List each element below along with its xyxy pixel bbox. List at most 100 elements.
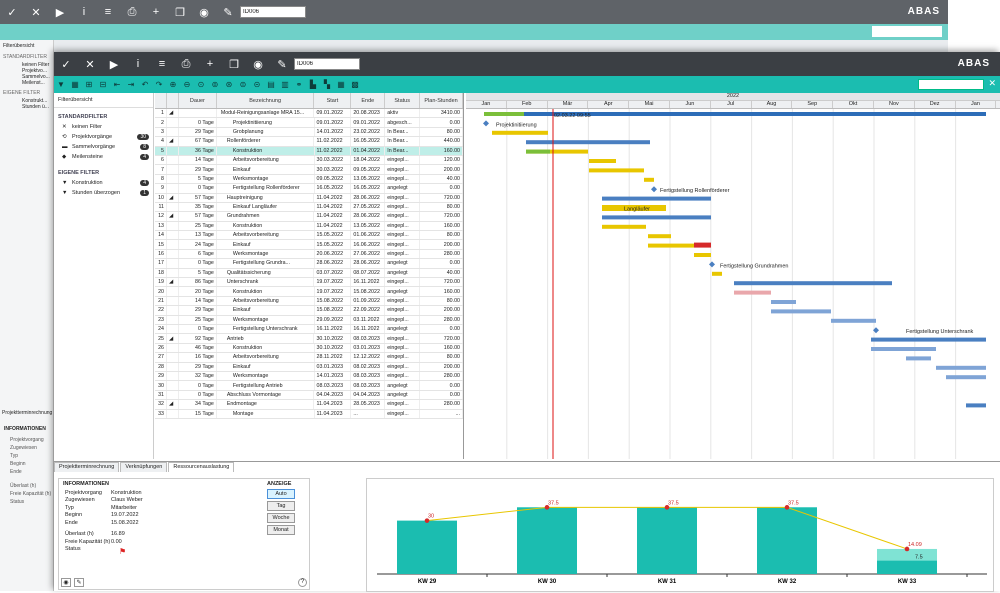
table-row[interactable]: 32 ◢ 34 Tage Endmontage 11.04.2023 28.05.2023… <box>155 400 463 410</box>
col-bezeichnung[interactable]: Bezeichnung <box>217 93 315 108</box>
col-plan-stunden[interactable]: Plan-Stunden <box>420 93 463 108</box>
copy-icon[interactable]: ❐ <box>168 0 192 24</box>
table-row[interactable]: 27 16 Tage Arbeitsvorbereitung 28.11.2022 12… <box>155 353 463 363</box>
undo-icon[interactable]: ↶ <box>138 76 152 93</box>
col-status[interactable]: Status <box>385 93 421 108</box>
table-row[interactable]: 19 ◢ 86 Tage Unterschrank 19.07.2022 16.11.20… <box>155 278 463 288</box>
info-icon[interactable]: i <box>126 52 150 76</box>
edit-icon[interactable]: ✎ <box>270 52 294 76</box>
zoom-in-icon[interactable]: ⊕ <box>166 76 180 93</box>
table-row[interactable]: 16 6 Tage Werksmontage 20.06.2022 27.06.2022… <box>155 249 463 260</box>
id-input[interactable] <box>294 58 360 70</box>
table-row[interactable]: 30 0 Tage Fertigstellung Antrieb 08.03.2023… <box>155 381 463 391</box>
redo-icon[interactable]: ↷ <box>152 76 166 93</box>
play-icon[interactable]: ▶ <box>102 52 126 76</box>
expand-icon[interactable]: ⊞ <box>82 76 96 93</box>
zoom-icon[interactable]: ⊛ <box>222 76 236 93</box>
layout-icon[interactable]: ▤ <box>264 76 278 93</box>
table-row[interactable]: 90 Tage Fertigstellung Rollenförderer 16.0… <box>155 184 463 194</box>
table-row[interactable]: 5 36 Tage Konstruktion 11.02.2022 01.04.2022… <box>155 146 463 156</box>
view-tag-button[interactable]: Tag <box>267 501 295 511</box>
indent-icon[interactable]: ⇥ <box>124 76 138 93</box>
collapse-icon[interactable]: ⊟ <box>96 76 110 93</box>
link-icon[interactable]: ⚭ <box>292 76 306 93</box>
zoom-fit-icon[interactable]: ⊙ <box>194 76 208 93</box>
table-row[interactable]: 33 15 Tage Montage 11.04.2023... eingepl....… <box>155 409 463 419</box>
eye-icon[interactable]: ◉ <box>192 0 216 24</box>
copy-icon[interactable]: ❐ <box>222 52 246 76</box>
view-auto-button[interactable]: Auto <box>267 489 295 499</box>
table-row[interactable]: 3 29 Tage Grobplanung 14.01.2022 23.02.2022 I… <box>155 127 463 138</box>
zoom-icon[interactable]: ⊚ <box>208 76 222 93</box>
table-row[interactable]: 28 29 Tage Einkauf 03.01.2023 08.02.2023 eing… <box>155 362 463 372</box>
chart-icon[interactable]: ▙ <box>306 76 320 93</box>
table-row[interactable]: 17 0 Tage Fertigstellung Grundra... 28.06.2… <box>155 259 463 269</box>
table-row[interactable]: 1 ◢ Modul-Reinigungsanlage MRA 15... 09.01.… <box>155 109 463 119</box>
check-icon[interactable]: ✓ <box>54 52 78 76</box>
view-monat-button[interactable]: Monat <box>267 525 295 535</box>
filter-item-meilensteine[interactable]: ◆ Meilensteine 4 <box>54 152 153 162</box>
table-row[interactable]: 18 5 Tage Qualitätssicherung 03.07.2022 08.0… <box>155 268 463 279</box>
outdent-icon[interactable]: ⇤ <box>110 76 124 93</box>
filter-item-stunden[interactable]: ▼ Stunden überzogen 1 <box>54 188 153 198</box>
zoom-out-icon[interactable]: ⊖ <box>180 76 194 93</box>
table-row[interactable]: 21 14 Tage Arbeitsvorbereitung 15.08.2022 01… <box>155 296 463 307</box>
menu-icon[interactable]: ≡ <box>150 52 174 76</box>
clear-search-icon[interactable]: ✕ <box>988 78 996 89</box>
print-icon[interactable]: ⎙ <box>174 52 198 76</box>
add-icon[interactable]: + <box>144 0 168 24</box>
filter-item-konstruktion[interactable]: ▼ Konstruktion 4 <box>54 178 153 188</box>
tab-projektterminrechnung[interactable]: Projektterminrechnung <box>54 462 120 472</box>
view-woche-button[interactable]: Woche <box>267 513 295 523</box>
table-row[interactable]: 8 5 Tage Werksmontage 09.05.2022 13.05.2022 e… <box>155 174 463 185</box>
table-row[interactable]: 6 14 Tage Arbeitsvorbereitung 30.03.2022 18.… <box>155 155 463 166</box>
add-icon[interactable]: + <box>198 52 222 76</box>
table-row[interactable]: 12 ◢ 57 Tage Grundrahmen 11.04.2022 28.06.202… <box>155 212 463 222</box>
resource-icon[interactable]: ▚ <box>320 76 334 93</box>
menu-icon[interactable]: ≡ <box>96 0 120 24</box>
table-row[interactable]: 11 35 Tage Einkauf Langläufer 11.04.2022 27.… <box>155 202 463 213</box>
check-icon[interactable]: ✓ <box>0 0 24 24</box>
zoom-icon[interactable]: ⊜ <box>236 76 250 93</box>
filter-item-projektvorgaenge[interactable]: ⟲ Projektvorgänge 30 <box>54 132 153 142</box>
table-row[interactable]: 25 ◢ 92 Tage Antrieb 30.10.2022 08.03.2023 ein… <box>155 334 463 344</box>
search-input[interactable] <box>918 79 984 90</box>
bg-search-input[interactable] <box>872 26 942 37</box>
grid-icon[interactable]: ▩ <box>348 76 362 93</box>
close-icon[interactable]: ✕ <box>78 52 102 76</box>
table-row[interactable]: 4 ◢ 67 Tage Rollenförderer 11.02.2022 16.05.2… <box>155 137 463 147</box>
zoom-icon[interactable]: ⊝ <box>250 76 264 93</box>
table-row[interactable]: 23 25 Tage Werksmontage 29.09.2022 03.11.202… <box>155 315 463 325</box>
help-icon[interactable]: ? <box>298 578 307 587</box>
edit-icon[interactable]: ✎ <box>74 578 84 587</box>
table-row[interactable]: 29 32 Tage Werksmontage 14.01.2023 08.03.202… <box>155 371 463 382</box>
table-row[interactable]: 20 20 Tage Konstruktion 19.07.2022 15.08.202… <box>155 287 463 297</box>
view-icon[interactable]: ◉ <box>61 578 71 587</box>
table-icon[interactable]: ▦ <box>334 76 348 93</box>
info-icon[interactable]: i <box>72 0 96 24</box>
play-icon[interactable]: ▶ <box>48 0 72 24</box>
col-start[interactable]: Start <box>314 93 352 108</box>
table-row[interactable]: 26 46 Tage Konstruktion 30.10.2022 03.01.202… <box>155 343 463 354</box>
table-row[interactable]: 24 0 Tage Fertigstellung Unterschrank 16.11… <box>155 324 463 335</box>
print-icon[interactable]: ⎙ <box>120 0 144 24</box>
tab-verknuepfungen[interactable]: Verknüpfungen <box>120 462 168 472</box>
table-row[interactable]: 10 ◢ 57 Tage Hauptreinigung 11.04.2022 28.06.… <box>155 193 463 203</box>
close-icon[interactable]: ✕ <box>24 0 48 24</box>
filter-item-sammelvorgaenge[interactable]: ▬ Sammelvorgänge 8 <box>54 142 153 152</box>
table-row[interactable]: 20 Tage Projektinitiierung 09.01.2022 09.01… <box>155 118 463 128</box>
col-ende[interactable]: Ende <box>351 93 386 108</box>
eye-icon[interactable]: ◉ <box>246 52 270 76</box>
table-row[interactable]: 31 0 Tage Abschluss Vormontage 04.04.2023 04… <box>155 390 463 401</box>
col-dauer[interactable]: Dauer <box>179 93 217 108</box>
bg-item[interactable]: Stunden ü... <box>0 104 53 110</box>
table-row[interactable]: 7 29 Tage Einkauf 30.03.2022 09.05.2022 einge… <box>155 165 463 175</box>
table-row[interactable]: 14 13 Tage Arbeitsvorbereitung 15.05.2022 01… <box>155 231 463 241</box>
layout-icon[interactable]: ▥ <box>278 76 292 93</box>
table-row[interactable]: 15 24 Tage Einkauf 15.05.2022 16.06.2022 eing… <box>155 240 463 250</box>
filter-icon[interactable]: ▼ <box>54 76 68 93</box>
bg-info-tab[interactable]: Projektterminrechnung <box>2 410 52 416</box>
bg-id-input[interactable] <box>240 6 306 18</box>
edit-icon[interactable]: ✎ <box>216 0 240 24</box>
tab-ressourcenauslastung[interactable]: Ressourcenauslastung <box>168 462 235 472</box>
